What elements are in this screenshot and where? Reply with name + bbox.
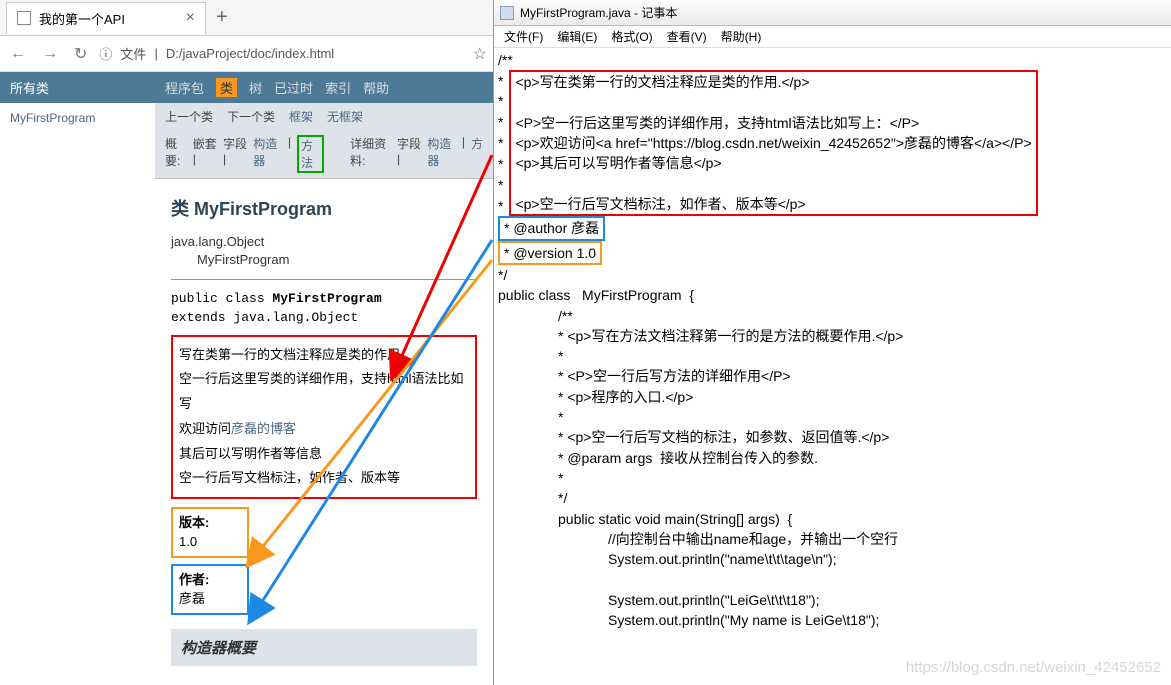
new-tab-button[interactable]: + bbox=[216, 6, 228, 29]
nav-deprecated[interactable]: 已过时 bbox=[274, 78, 313, 97]
code-line: * bbox=[498, 407, 1167, 427]
menu-format[interactable]: 格式(O) bbox=[611, 28, 652, 45]
code-line: */ bbox=[498, 488, 1167, 508]
method-link[interactable]: 方法 bbox=[297, 135, 324, 173]
code-line: /** bbox=[498, 306, 1167, 326]
prev-class[interactable]: 上一个类 bbox=[165, 108, 213, 125]
code-line: public class MyFirstProgram { bbox=[498, 285, 1167, 305]
browser-tab[interactable]: 我的第一个API × bbox=[6, 2, 206, 34]
notepad-content[interactable]: /** ******* <p>写在类第一行的文档注释应是类的作用.</p> <P… bbox=[494, 48, 1171, 685]
top-nav: 程序包 类 树 已过时 索引 帮助 bbox=[155, 72, 493, 103]
ctor-link[interactable]: 构造器 bbox=[253, 135, 282, 173]
nest-label: 嵌套 | bbox=[193, 135, 217, 173]
dctor-link[interactable]: 构造器 bbox=[427, 135, 456, 173]
notepad-window: MyFirstProgram.java - 记事本 文件(F) 编辑(E) 格式… bbox=[494, 0, 1171, 685]
code-line: public static void main(String[] args) { bbox=[498, 509, 1167, 529]
sidebar-header: 所有类 bbox=[0, 72, 155, 103]
nav-tree[interactable]: 树 bbox=[249, 78, 262, 97]
menu-view[interactable]: 查看(V) bbox=[667, 28, 707, 45]
summary-label: 概要: bbox=[165, 135, 187, 173]
self-class: MyFirstProgram bbox=[197, 251, 477, 269]
favorite-icon[interactable]: ☆ bbox=[473, 44, 487, 64]
notepad-menu: 文件(F) 编辑(E) 格式(O) 查看(V) 帮助(H) bbox=[494, 26, 1171, 48]
field-label: 字段 | bbox=[223, 135, 247, 173]
forward-button[interactable]: → bbox=[38, 43, 62, 65]
javadoc-sidebar: 所有类 MyFirstProgram bbox=[0, 72, 155, 685]
url-field[interactable]: ⓘ 文件 | D:/javaProject/doc/index.html bbox=[99, 44, 464, 63]
sub-nav-2: 概要: 嵌套 | 字段 | 构造器 | 方法 详细资料: 字段 | 构造器 | … bbox=[155, 130, 493, 179]
code-line: /** bbox=[498, 50, 1167, 70]
code-line: */ bbox=[498, 265, 1167, 285]
desc-line5: 空一行后写文档标注，如作者、版本等 bbox=[179, 466, 469, 491]
class-signature: public class MyFirstProgram extends java… bbox=[171, 290, 477, 326]
notepad-titlebar: MyFirstProgram.java - 记事本 bbox=[494, 0, 1171, 26]
refresh-button[interactable]: ↻ bbox=[70, 42, 91, 66]
inheritance: java.lang.Object MyFirstProgram bbox=[171, 233, 477, 269]
back-button[interactable]: ← bbox=[6, 43, 30, 65]
watermark: https://blog.csdn.net/weixin_42452652 bbox=[906, 657, 1161, 679]
dmeth-link[interactable]: 方 bbox=[471, 135, 483, 173]
menu-help[interactable]: 帮助(H) bbox=[721, 28, 762, 45]
code-line: * <p>空一行后写文档的标注，如参数、返回值等.</p> bbox=[498, 427, 1167, 447]
author-box: 作者: 彦磊 bbox=[171, 564, 249, 615]
desc-line3a: 欢迎访问 bbox=[179, 421, 231, 436]
author-tag: * @author 彦磊 bbox=[498, 216, 605, 240]
tab-title: 我的第一个API bbox=[39, 9, 125, 28]
sub-nav-1: 上一个类 下一个类 框架 无框架 bbox=[155, 103, 493, 130]
code-line: System.out.println("name\t\t\tage\n"); bbox=[498, 549, 1167, 569]
sidebar-link-class[interactable]: MyFirstProgram bbox=[0, 103, 155, 133]
version-label: 版本: bbox=[179, 513, 241, 533]
author-label: 作者: bbox=[179, 570, 241, 590]
menu-file[interactable]: 文件(F) bbox=[504, 28, 543, 45]
version-tag: * @version 1.0 bbox=[498, 241, 602, 265]
version-value: 1.0 bbox=[179, 532, 241, 552]
code-line: System.out.println("LeiGe\t\t\t18"); bbox=[498, 590, 1167, 610]
code-line: <p>写在类第一行的文档注释应是类的作用.</p> bbox=[515, 72, 1031, 92]
menu-edit[interactable]: 编辑(E) bbox=[557, 28, 597, 45]
code-line: <p>空一行后写文档标注，如作者、版本等</p> bbox=[515, 194, 1031, 214]
code-line: //向控制台中输出name和age，并输出一个空行 bbox=[498, 529, 1167, 549]
code-line: System.out.println("My name is LeiGe\t18… bbox=[498, 610, 1167, 630]
nav-help[interactable]: 帮助 bbox=[363, 78, 389, 97]
constructor-summary-header: 构造器概要 bbox=[171, 629, 477, 666]
notepad-title: MyFirstProgram.java - 记事本 bbox=[520, 4, 677, 21]
nav-class[interactable]: 类 bbox=[216, 78, 237, 97]
code-line: * bbox=[498, 346, 1167, 366]
address-bar: ← → ↻ ⓘ 文件 | D:/javaProject/doc/index.ht… bbox=[0, 36, 493, 72]
noframes-link[interactable]: 无框架 bbox=[327, 108, 363, 125]
class-description: 写在类第一行的文档注释应是类的作用. 空一行后这里写类的详细作用，支持html语… bbox=[171, 335, 477, 499]
desc-line1: 写在类第一行的文档注释应是类的作用. bbox=[179, 343, 469, 368]
detail-label: 详细资料: bbox=[350, 135, 391, 173]
code-line: * <P>空一行后写方法的详细作用</P> bbox=[498, 366, 1167, 386]
code-line: * <p>程序的入口.</p> bbox=[498, 387, 1167, 407]
browser-tab-bar: 我的第一个API × + bbox=[0, 0, 493, 36]
close-icon[interactable]: × bbox=[186, 9, 195, 27]
author-value: 彦磊 bbox=[179, 589, 241, 609]
version-box: 版本: 1.0 bbox=[171, 507, 249, 558]
page-icon bbox=[17, 11, 31, 25]
notepad-icon bbox=[500, 6, 514, 20]
code-line: * <p>写在方法文档注释第一行的是方法的概要作用.</p> bbox=[498, 326, 1167, 346]
blog-link[interactable]: 彦磊的博客 bbox=[231, 421, 296, 436]
next-class[interactable]: 下一个类 bbox=[227, 108, 275, 125]
super-class: java.lang.Object bbox=[171, 233, 477, 251]
desc-line4: 其后可以写明作者等信息 bbox=[179, 442, 469, 467]
code-line: <p>欢迎访问<a href="https://blog.csdn.net/we… bbox=[515, 133, 1031, 153]
frames-link[interactable]: 框架 bbox=[289, 108, 313, 125]
code-line: * @param args 接收从控制台传入的参数. bbox=[498, 448, 1167, 468]
nav-package[interactable]: 程序包 bbox=[165, 78, 204, 97]
code-line: <P>空一行后这里写类的详细作用，支持html语法比如写上：</P> bbox=[515, 113, 1031, 133]
code-line: <p>其后可以写明作者等信息</p> bbox=[515, 153, 1031, 173]
desc-line2: 空一行后这里写类的详细作用，支持html语法比如写 bbox=[179, 367, 469, 416]
class-comment-block: <p>写在类第一行的文档注释应是类的作用.</p> <P>空一行后这里写类的详细… bbox=[509, 70, 1037, 216]
code-line: * bbox=[498, 468, 1167, 488]
class-title: 类 MyFirstProgram bbox=[171, 195, 477, 221]
nav-index[interactable]: 索引 bbox=[325, 78, 351, 97]
dfield-label: 字段 | bbox=[397, 135, 421, 173]
url-text: D:/javaProject/doc/index.html bbox=[166, 46, 334, 61]
url-label: 文件 bbox=[120, 44, 146, 63]
javadoc-main: 程序包 类 树 已过时 索引 帮助 上一个类 下一个类 框架 无框架 概要: 嵌… bbox=[155, 72, 493, 685]
